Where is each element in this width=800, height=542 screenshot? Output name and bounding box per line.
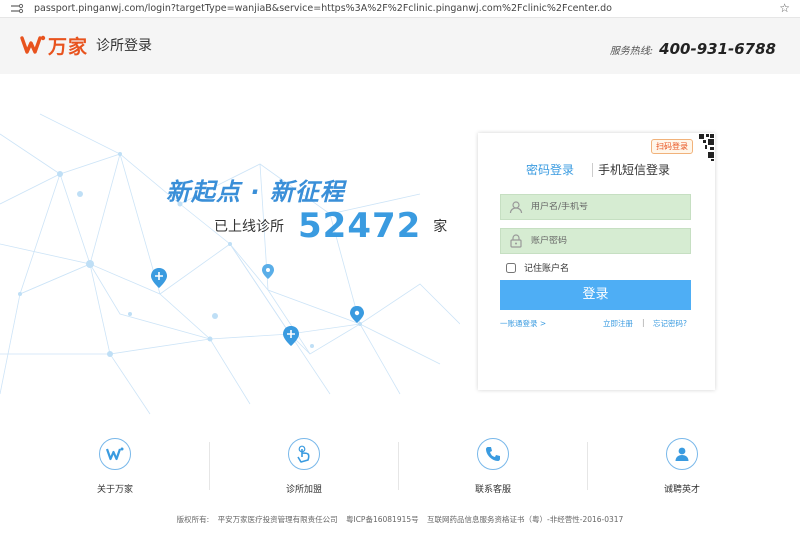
- login-tabs: 密码登录 手机短信登录: [478, 161, 715, 181]
- person-icon: [675, 447, 689, 461]
- feature-support[interactable]: 联系客服: [433, 438, 553, 495]
- tab-password-login[interactable]: 密码登录: [526, 161, 574, 178]
- clinic-count-value: 52472: [298, 206, 422, 246]
- map-pin-icon: [283, 326, 299, 346]
- tab-sms-login[interactable]: 手机短信登录: [598, 161, 670, 178]
- service-hotline: 服务热线: 400-931-6788: [610, 40, 776, 58]
- map-pin-icon: [350, 306, 364, 323]
- hand-tap-icon: [297, 445, 310, 463]
- network-illustration: [0, 113, 460, 415]
- hero-slogan: 新起点 · 新征程: [166, 178, 345, 206]
- remember-label: 记住账户名: [524, 264, 570, 274]
- site-info-icon[interactable]: [10, 3, 26, 15]
- username-input[interactable]: [531, 202, 681, 212]
- remember-account[interactable]: 记住账户名: [506, 261, 569, 274]
- feature-divider: [398, 442, 399, 490]
- register-link[interactable]: 立即注册: [603, 318, 633, 329]
- password-field[interactable]: [500, 228, 691, 254]
- feature-franchise-circle: [288, 438, 320, 470]
- feature-support-circle: [477, 438, 509, 470]
- login-panel: 扫码登录 密码登录 手机短信登录 记住账户名 登录 一账通登录 > 立即注册 |: [478, 133, 715, 390]
- map-pin-icon: [262, 264, 274, 279]
- tab-divider: [592, 163, 593, 177]
- drug-license: 互联网药品信息服务资格证书（粤）-非经营性-2016-0317: [427, 515, 624, 524]
- feature-divider: [209, 442, 210, 490]
- bookmark-star-icon[interactable]: ☆: [779, 1, 790, 15]
- lock-icon: [501, 229, 531, 253]
- feature-careers-label: 诚聘英才: [663, 485, 700, 495]
- site-footer: 版权所有: 平安万家医疗投资管理有限责任公司 粤ICP备16081915号 互联…: [0, 514, 800, 525]
- feature-careers-circle: [666, 438, 698, 470]
- page-title: 诊所登录: [96, 38, 153, 54]
- brand-name: 万家: [48, 35, 89, 58]
- url-text[interactable]: passport.pinganwj.com/login?targetType=w…: [34, 3, 612, 14]
- login-links: 一账通登录 > 立即注册 | 忘记密码?: [500, 318, 691, 330]
- brand-logo[interactable]: 万家 诊所登录: [20, 30, 152, 60]
- qr-login-badge[interactable]: 扫码登录: [651, 139, 693, 154]
- feature-about-label: 关于万家: [96, 485, 133, 495]
- password-input[interactable]: [531, 236, 681, 246]
- remember-checkbox[interactable]: [506, 262, 516, 273]
- copyright-label: 版权所有:: [176, 515, 210, 524]
- login-button[interactable]: 登录: [500, 280, 691, 310]
- wanjia-logo-icon: [20, 35, 46, 54]
- feature-about-circle: [99, 438, 131, 470]
- qr-code-icon[interactable]: [691, 133, 715, 161]
- one-account-login-link[interactable]: 一账通登录 >: [500, 318, 546, 329]
- clinic-count-suffix: 家: [433, 219, 448, 235]
- feature-careers[interactable]: 诚聘英才: [622, 438, 742, 495]
- forgot-password-link[interactable]: 忘记密码?: [653, 318, 687, 329]
- clinic-count: 已上线诊所 52472 家: [214, 206, 447, 246]
- wanjia-logo-icon: [106, 447, 124, 461]
- site-header: 万家 诊所登录 服务热线: 400-931-6788: [0, 18, 800, 74]
- user-icon: [501, 195, 531, 219]
- phone-icon: [486, 447, 500, 461]
- feature-links: 关于万家 诊所加盟 联系客服 诚聘英才: [20, 438, 780, 498]
- browser-address-bar[interactable]: passport.pinganwj.com/login?targetType=w…: [0, 0, 800, 18]
- link-separator: |: [642, 318, 645, 327]
- feature-about[interactable]: 关于万家: [55, 438, 175, 495]
- feature-franchise-label: 诊所加盟: [285, 485, 322, 495]
- feature-divider: [587, 442, 588, 490]
- username-field[interactable]: [500, 194, 691, 220]
- map-pin-icon: [151, 268, 167, 288]
- feature-franchise[interactable]: 诊所加盟: [244, 438, 364, 495]
- hotline-number: 400-931-6788: [659, 40, 776, 58]
- icp-number[interactable]: 粤ICP备16081915号: [346, 515, 419, 524]
- hotline-label: 服务热线:: [609, 46, 654, 57]
- clinic-count-prefix: 已上线诊所: [214, 219, 284, 235]
- company-name: 平安万家医疗投资管理有限责任公司: [217, 515, 338, 524]
- feature-support-label: 联系客服: [474, 485, 511, 495]
